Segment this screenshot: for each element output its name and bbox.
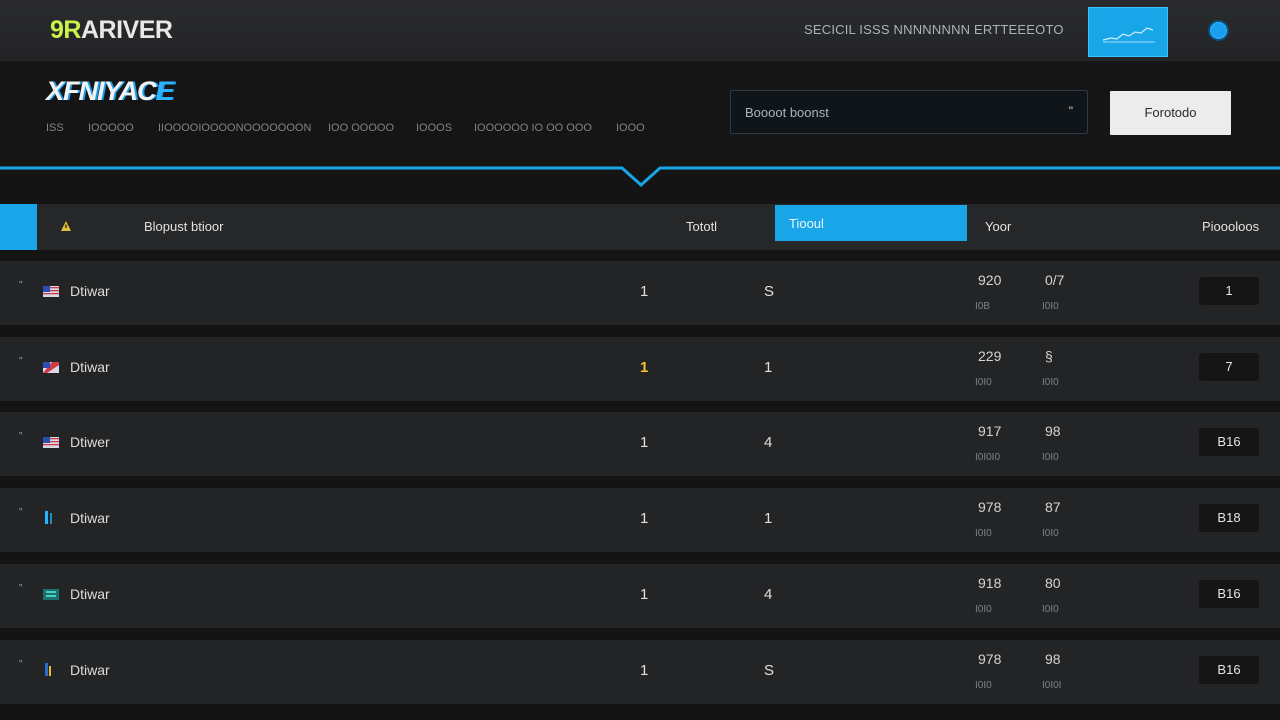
year-stat-primary: 917	[978, 423, 1002, 439]
table-row[interactable]: " Dtiwer 1 4 917 98 I0I0I0 I0I0 B16	[0, 412, 1280, 476]
search-clear-icon[interactable]: "	[1069, 104, 1073, 118]
total-value: 1	[640, 434, 649, 451]
flag-icon	[43, 511, 59, 529]
driver-name[interactable]: Dtiwar	[70, 283, 110, 299]
drag-handle-icon[interactable]: "	[19, 356, 23, 367]
nav-item-1[interactable]: ISS	[46, 122, 64, 134]
driver-name[interactable]: Dtiwer	[70, 434, 110, 450]
total-value: 1	[640, 510, 649, 527]
table-row[interactable]: " Dtiwar 1 1 978 87 I0I0 I0I0 B18	[0, 488, 1280, 552]
table-row[interactable]: " Dtiwar 1 S 920 0/7 I0B I0I0 1	[0, 261, 1280, 325]
table-row[interactable]: " Dtiwar 1 4 918 80 I0I0 I0I0 B16	[0, 564, 1280, 628]
year-sub-secondary: I0I0	[1042, 452, 1059, 463]
year-stat-primary: 978	[978, 651, 1002, 667]
year-stat-secondary: 98	[1045, 651, 1061, 667]
points-badge[interactable]: B16	[1199, 580, 1259, 608]
drag-handle-icon[interactable]: "	[19, 280, 23, 291]
active-value: 1	[764, 510, 773, 527]
active-value: S	[764, 283, 775, 300]
year-stat-secondary: 80	[1045, 575, 1061, 591]
top-bar: 9RARIVER SECICIL ISSS NNNNNNNN ERTTEEEOT…	[0, 0, 1280, 62]
warning-icon	[61, 221, 71, 231]
top-status-text: SECICIL ISSS NNNNNNNN ERTTEEEOTO	[804, 22, 1064, 37]
driver-name[interactable]: Dtiwar	[70, 359, 110, 375]
driver-name[interactable]: Dtiwar	[70, 586, 110, 602]
points-badge[interactable]: B16	[1199, 428, 1259, 456]
search-label: Boooot boonst	[745, 105, 829, 120]
year-stat-primary: 918	[978, 575, 1002, 591]
drag-handle-icon[interactable]: "	[19, 583, 23, 594]
accent-divider	[0, 166, 1280, 188]
year-sub-primary: I0I0	[975, 377, 992, 388]
driver-name[interactable]: Dtiwar	[70, 510, 110, 526]
select-all-tab[interactable]	[0, 204, 37, 250]
year-stat-secondary: 0/7	[1045, 272, 1065, 288]
nav-item-4[interactable]: IOO OOOOO	[328, 122, 394, 134]
column-header-year[interactable]: Yoor	[985, 219, 1011, 234]
chart-icon	[1102, 27, 1155, 43]
active-value: 4	[764, 434, 773, 451]
nav-item-7[interactable]: IOOO	[616, 122, 645, 134]
nav-item-3[interactable]: IIOOOOIOOOONOOOOOOON	[158, 122, 311, 134]
flag-icon	[43, 587, 59, 605]
table-header: Blopust btioor Tototl Tiooul Yoor Pioool…	[0, 204, 1280, 250]
year-sub-primary: I0I0I0	[975, 452, 1001, 463]
table-row[interactable]: " Dtiwar 1 S 978 98 I0I0 I0I0I B16	[0, 640, 1280, 704]
year-stat-primary: 978	[978, 499, 1002, 515]
year-stat-secondary: 98	[1045, 423, 1061, 439]
column-header-active[interactable]: Tiooul	[775, 205, 967, 241]
flag-icon	[43, 435, 59, 453]
points-badge[interactable]: 7	[1199, 353, 1259, 381]
table-row[interactable]: " Dtiwar 1 1 229 § I0I0 I0I0 7	[0, 337, 1280, 401]
chart-button[interactable]	[1088, 7, 1168, 57]
drag-handle-icon[interactable]: "	[19, 659, 23, 670]
drag-handle-icon[interactable]: "	[19, 507, 23, 518]
points-badge[interactable]: B16	[1199, 656, 1259, 684]
year-sub-primary: I0B	[975, 301, 991, 312]
year-sub-primary: I0I0	[975, 528, 992, 539]
year-stat-secondary: 87	[1045, 499, 1061, 515]
year-stat-primary: 229	[978, 348, 1002, 364]
flag-icon	[43, 663, 59, 681]
active-value: 4	[764, 586, 773, 603]
year-sub-secondary: I0I0I	[1042, 680, 1062, 691]
nav-item-6[interactable]: IOOOOOO IO OO OOO	[474, 122, 592, 134]
logo-main: XFNIYAC	[46, 76, 157, 106]
flag-icon	[43, 284, 59, 302]
year-stat-secondary: §	[1045, 348, 1053, 364]
action-button[interactable]: Forotodo	[1110, 91, 1231, 135]
nav-item-5[interactable]: IOOOS	[416, 122, 452, 134]
active-value: 1	[764, 359, 773, 376]
year-sub-secondary: I0I0	[1042, 604, 1059, 615]
total-value: 1	[640, 586, 649, 603]
year-sub-primary: I0I0	[975, 680, 992, 691]
header: XFNIYACE ISS IOOOOO IIOOOOIOOOONOOOOOOON…	[0, 62, 1280, 168]
year-stat-primary: 920	[978, 272, 1002, 288]
year-sub-secondary: I0I0	[1042, 301, 1059, 312]
search-input[interactable]: Boooot boonst "	[730, 90, 1088, 134]
status-dot-icon[interactable]	[1208, 20, 1229, 41]
flag-icon	[43, 360, 59, 378]
app-logo[interactable]: XFNIYACE	[46, 76, 174, 107]
total-value: 1	[640, 359, 649, 376]
year-sub-primary: I0I0	[975, 604, 992, 615]
column-header-total[interactable]: Tototl	[686, 219, 717, 234]
driver-name[interactable]: Dtiwar	[70, 662, 110, 678]
column-header-points[interactable]: Pioooloos	[1202, 219, 1259, 234]
total-value: 1	[640, 283, 649, 300]
logo-accent: E	[155, 76, 174, 106]
points-badge[interactable]: B18	[1199, 504, 1259, 532]
year-sub-secondary: I0I0	[1042, 377, 1059, 388]
brand-logo[interactable]: 9RARIVER	[50, 16, 173, 45]
year-sub-secondary: I0I0	[1042, 528, 1059, 539]
total-value: 1	[640, 662, 649, 679]
brand-name: ARIVER	[80, 16, 173, 44]
active-value: S	[764, 662, 775, 679]
column-header-name[interactable]: Blopust btioor	[144, 219, 224, 234]
points-badge[interactable]: 1	[1199, 277, 1259, 305]
drag-handle-icon[interactable]: "	[19, 431, 23, 442]
nav-item-2[interactable]: IOOOOO	[88, 122, 134, 134]
brand-prefix: 9R	[50, 16, 81, 44]
